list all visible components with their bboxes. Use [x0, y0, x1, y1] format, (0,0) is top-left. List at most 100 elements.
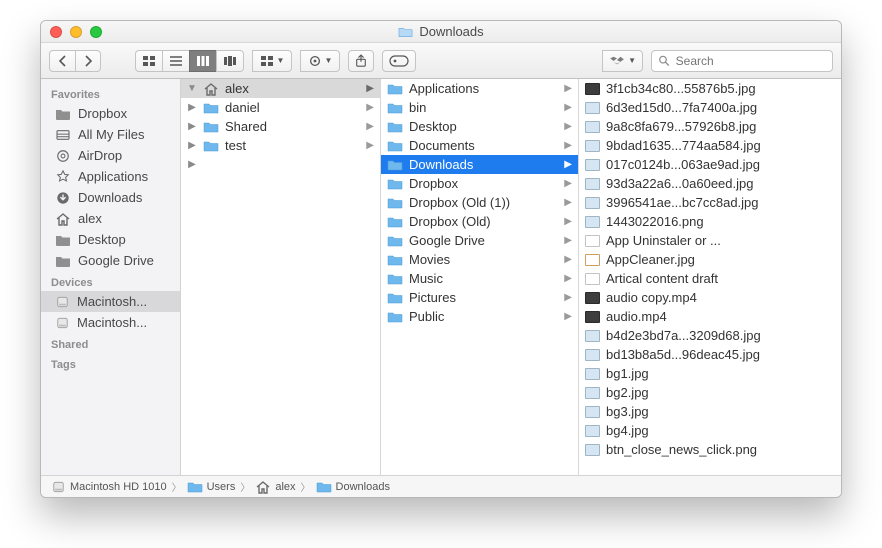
folder-icon — [187, 481, 203, 493]
sidebar-item-dropbox[interactable]: Dropbox — [41, 103, 180, 124]
close-button[interactable] — [50, 26, 62, 38]
path-segment[interactable]: Users — [187, 481, 236, 493]
column-item[interactable]: bg1.jpg — [579, 364, 841, 383]
arrange-button[interactable]: ▼ — [252, 50, 292, 72]
action-button[interactable]: ▼ — [300, 50, 340, 72]
column-item[interactable]: Movies▶ — [381, 250, 578, 269]
item-name: Documents — [409, 138, 475, 153]
item-name: Google Drive — [409, 233, 485, 248]
sidebar-item-google-drive[interactable]: Google Drive — [41, 250, 180, 271]
sidebar-item-label: Macintosh... — [77, 315, 147, 330]
more-indicator-icon: ▶ — [187, 159, 197, 170]
dropbox-toolbar-button[interactable]: ▼ — [602, 50, 643, 72]
column-item[interactable]: 1443022016.png — [579, 212, 841, 231]
disclosure-arrow-icon: ▶ — [564, 197, 572, 208]
disclosure-arrow-icon: ▶ — [564, 102, 572, 113]
column-item[interactable]: bg4.jpg — [579, 421, 841, 440]
sidebar-item-desktop[interactable]: Desktop — [41, 229, 180, 250]
search-input[interactable] — [676, 54, 826, 68]
sidebar-item-downloads[interactable]: Downloads — [41, 187, 180, 208]
column-item[interactable]: Documents▶ — [381, 136, 578, 155]
column-item[interactable]: 93d3a22a6...0a60eed.jpg — [579, 174, 841, 193]
view-column-button[interactable] — [189, 50, 216, 72]
chevron-down-icon: ▼ — [277, 56, 285, 65]
item-name: bg2.jpg — [606, 385, 649, 400]
item-name: bg4.jpg — [606, 423, 649, 438]
column-item[interactable]: btn_close_news_click.png — [579, 440, 841, 459]
folder-gray-icon — [55, 255, 71, 267]
column-item[interactable]: bg2.jpg — [579, 383, 841, 402]
sidebar-item-all-my-files[interactable]: All My Files — [41, 124, 180, 145]
expand-icon: ▼ — [187, 83, 197, 94]
column-item[interactable]: ▼alex▶ — [181, 79, 380, 98]
disclosure-arrow-icon: ▶ — [564, 178, 572, 189]
column-item[interactable]: 9a8c8fa679...57926b8.jpg — [579, 117, 841, 136]
column-item[interactable]: 017c0124b...063ae9ad.jpg — [579, 155, 841, 174]
column-item[interactable]: ▶test▶ — [181, 136, 380, 155]
item-name: Pictures — [409, 290, 456, 305]
item-name: 93d3a22a6...0a60eed.jpg — [606, 176, 753, 191]
column-item[interactable]: bg3.jpg — [579, 402, 841, 421]
search-field[interactable] — [651, 50, 833, 72]
column-item[interactable]: 3f1cb34c80...55876b5.jpg — [579, 79, 841, 98]
column-item[interactable]: audio.mp4 — [579, 307, 841, 326]
sidebar-device[interactable]: Macintosh... — [41, 312, 180, 333]
view-icon-button[interactable] — [135, 50, 162, 72]
column-item[interactable]: AppCleaner.jpg — [579, 250, 841, 269]
folder-icon — [387, 273, 403, 285]
item-name: bin — [409, 100, 426, 115]
column-item[interactable]: bd13b8a5d...96deac45.jpg — [579, 345, 841, 364]
column-item[interactable]: ▶daniel▶ — [181, 98, 380, 117]
column-item[interactable]: Desktop▶ — [381, 117, 578, 136]
column-item[interactable]: b4d2e3bd7a...3209d68.jpg — [579, 326, 841, 345]
column-item[interactable]: 6d3ed15d0...7fa7400a.jpg — [579, 98, 841, 117]
path-segment-label: Macintosh HD 1010 — [70, 481, 167, 493]
file-thumbnail-icon — [585, 197, 600, 209]
item-name: test — [225, 138, 246, 153]
item-name: 1443022016.png — [606, 214, 704, 229]
path-segment[interactable]: Downloads — [316, 481, 390, 493]
back-button[interactable] — [49, 50, 75, 72]
coverflow-icon — [223, 55, 237, 67]
view-coverflow-button[interactable] — [216, 50, 244, 72]
column-item[interactable]: ▶Shared▶ — [181, 117, 380, 136]
column-item[interactable]: Public▶ — [381, 307, 578, 326]
sidebar-item-applications[interactable]: Applications — [41, 166, 180, 187]
sidebar-item-alex[interactable]: alex — [41, 208, 180, 229]
disclosure-arrow-icon: ▶ — [564, 83, 572, 94]
column-item[interactable]: 3996541ae...bc7cc8ad.jpg — [579, 193, 841, 212]
column-item[interactable]: Dropbox (Old)▶ — [381, 212, 578, 231]
file-thumbnail-icon — [585, 235, 600, 247]
forward-button[interactable] — [75, 50, 101, 72]
sidebar-device[interactable]: Macintosh... — [41, 291, 180, 312]
column-item[interactable]: Google Drive▶ — [381, 231, 578, 250]
path-segment[interactable]: alex — [255, 480, 295, 494]
column-item[interactable]: Music▶ — [381, 269, 578, 288]
column-item[interactable]: Applications▶ — [381, 79, 578, 98]
column-item[interactable]: Dropbox▶ — [381, 174, 578, 193]
column-item[interactable]: Dropbox (Old (1))▶ — [381, 193, 578, 212]
sidebar-item-airdrop[interactable]: AirDrop — [41, 145, 180, 166]
column-item[interactable]: bin ▶ — [381, 98, 578, 117]
column-item[interactable]: Artical content draft — [579, 269, 841, 288]
path-segment[interactable]: Macintosh HD 1010 — [51, 481, 167, 493]
column-item[interactable]: 9bdad1635...774aa584.jpg — [579, 136, 841, 155]
column-item[interactable]: Pictures▶ — [381, 288, 578, 307]
path-separator-icon: 〉 — [301, 479, 311, 494]
disclosure-arrow-icon: ▶ — [366, 140, 374, 151]
zoom-button[interactable] — [90, 26, 102, 38]
column-item[interactable]: audio copy.mp4 — [579, 288, 841, 307]
edit-tags-button[interactable] — [382, 50, 416, 72]
column-item[interactable]: Downloads▶ — [381, 155, 578, 174]
file-thumbnail-icon — [585, 425, 600, 437]
share-button[interactable] — [348, 50, 374, 72]
column-item[interactable]: App Uninstaler or ... — [579, 231, 841, 250]
item-name: 6d3ed15d0...7fa7400a.jpg — [606, 100, 757, 115]
column-1: ▼alex▶▶daniel▶▶Shared▶▶test▶▶ — [181, 79, 381, 475]
disclosure-arrow-icon: ▶ — [366, 121, 374, 132]
column-more: ▶ — [181, 155, 380, 174]
view-list-button[interactable] — [162, 50, 189, 72]
file-thumbnail-icon — [585, 292, 600, 304]
minimize-button[interactable] — [70, 26, 82, 38]
disk-icon — [55, 296, 70, 308]
